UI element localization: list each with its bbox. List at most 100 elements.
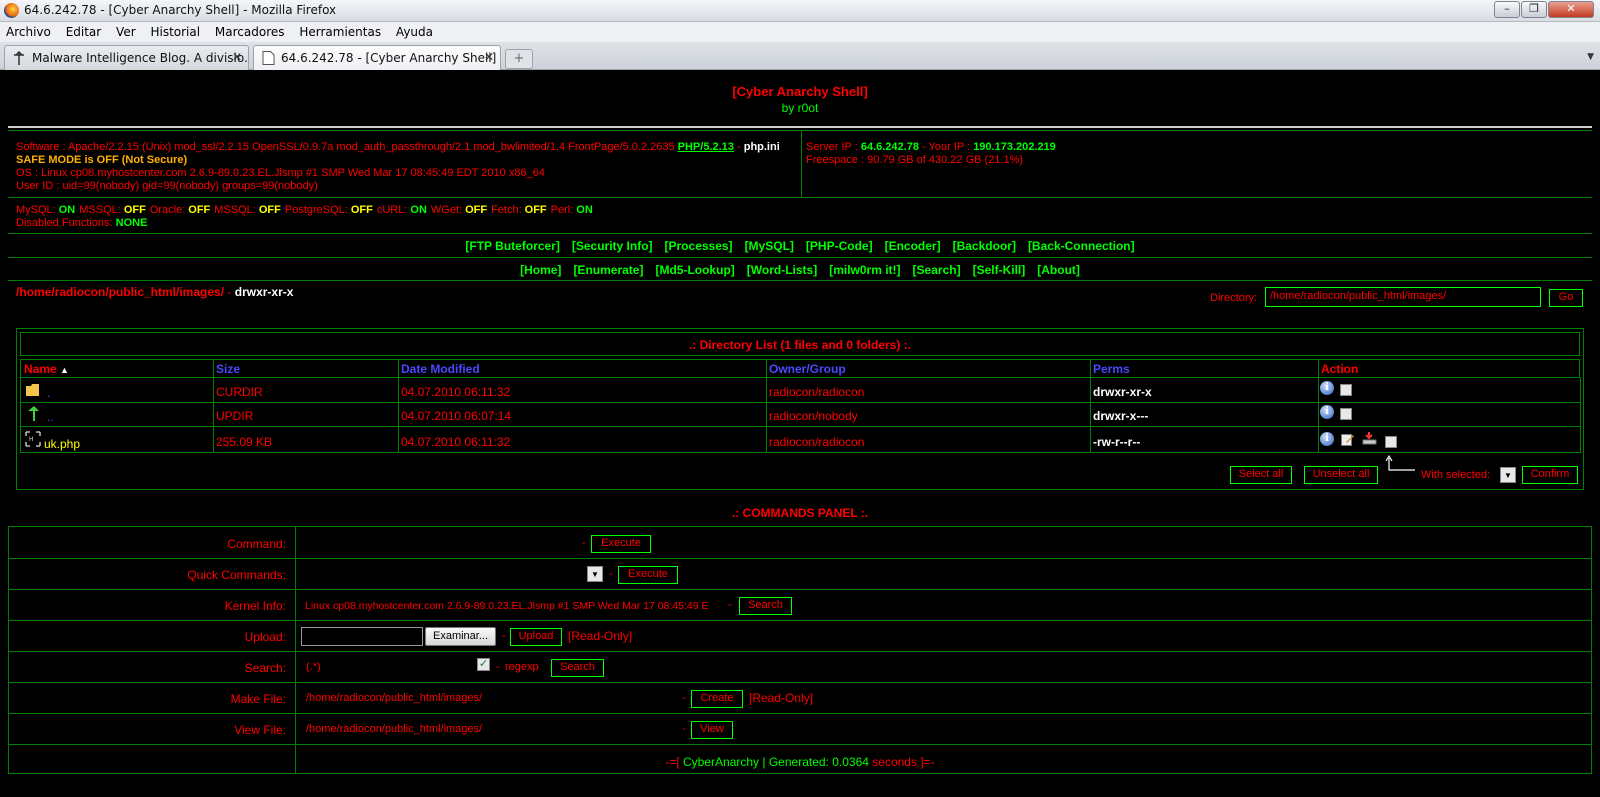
minimize-button[interactable]: – <box>1494 1 1520 18</box>
nav-link-md5-lookup[interactable]: [Md5-Lookup] <box>655 263 734 277</box>
close-tab-icon[interactable]: ✕ <box>484 50 494 64</box>
nav-link-milw0rm-it[interactable]: [milw0rm it!] <box>829 263 900 277</box>
php-ini-link[interactable]: php.ini <box>744 141 780 153</box>
make-file-input[interactable]: /home/radiocon/public_html/images/ <box>306 692 676 704</box>
your-ip: 190.173.202.219 <box>973 141 1056 153</box>
file-link[interactable]: .. <box>47 410 54 424</box>
with-selected-dropdown[interactable]: ▼ <box>1500 467 1516 483</box>
kernel-info-value[interactable]: Linux cp08.myhostcenter.com 2.6.9-89.0.2… <box>305 600 725 612</box>
col-owner-group[interactable]: Owner/Group <box>769 362 846 376</box>
nav-link-security-info[interactable]: [Security Info] <box>572 239 653 253</box>
edit-icon[interactable] <box>1341 433 1355 446</box>
module-state: ON <box>576 204 593 216</box>
menu-historial[interactable]: Historial <box>144 22 205 39</box>
path-link[interactable]: /home/radiocon/public_html/images/ <box>16 285 224 299</box>
server-ip: 64.6.242.78 <box>860 141 919 153</box>
nav-link-about[interactable]: [About] <box>1037 263 1080 277</box>
commands-panel-title: .: COMMANDS PANEL :. <box>731 506 869 520</box>
view-file-input[interactable]: /home/radiocon/public_html/images/ <box>306 723 676 735</box>
nav-link-home[interactable]: [Home] <box>520 263 561 277</box>
page-title: [Cyber Anarchy Shell] <box>732 84 868 99</box>
close-window-button[interactable]: ✕ <box>1548 1 1594 18</box>
select-checkbox[interactable] <box>1340 408 1352 420</box>
new-tab-button[interactable]: + <box>505 49 533 69</box>
module-state: OFF <box>123 204 146 216</box>
browse-button[interactable]: Examinar... <box>425 627 496 646</box>
create-button[interactable]: Create <box>691 690 743 708</box>
search-input[interactable]: (.*) <box>306 661 321 673</box>
menu-marcadores[interactable]: Marcadores <box>209 22 290 39</box>
disabled-functions: Disabled Functions: NONE <box>16 217 148 229</box>
search-button[interactable]: Search <box>551 659 604 677</box>
view-button[interactable]: View <box>691 721 733 739</box>
current-path: /home/radiocon/public_html/images/ - drw… <box>16 285 294 299</box>
module-state: OFF <box>188 204 211 216</box>
nav-link-search[interactable]: [Search] <box>913 263 961 277</box>
col-date-modified[interactable]: Date Modified <box>401 362 480 376</box>
nav-link-self-kill[interactable]: [Self-Kill] <box>973 263 1026 277</box>
module-state: OFF <box>350 204 373 216</box>
nav-link-ftp-buteforcer[interactable]: [FTP Buteforcer] <box>465 239 559 253</box>
command-input[interactable] <box>301 533 581 553</box>
antenna-icon <box>14 51 24 65</box>
menu-editar[interactable]: Editar <box>60 22 107 39</box>
quick-commands-label: Quick Commands: <box>187 568 286 582</box>
confirm-button[interactable]: Confirm <box>1522 466 1578 484</box>
col-size[interactable]: Size <box>216 362 240 376</box>
module-state: OFF <box>258 204 281 216</box>
page-icon <box>262 51 275 65</box>
tab-malware-blog[interactable]: Malware Intelligence Blog. A divisio... … <box>4 45 249 70</box>
user-id-text: User ID : uid=99(nobody) gid=99(nobody) … <box>16 180 318 192</box>
download-icon[interactable] <box>1362 432 1377 445</box>
up-arrow-icon <box>28 406 39 421</box>
col-name[interactable]: Name ▲ <box>24 362 69 376</box>
select-checkbox[interactable] <box>1340 384 1352 396</box>
execute-quick-button[interactable]: Execute <box>618 566 678 584</box>
server-ip-label: Server IP : <box>806 141 858 153</box>
menu-archivo[interactable]: Archivo <box>0 22 56 39</box>
page-footer: -=[ CyberAnarchy | Generated: 0.0364 sec… <box>665 755 935 769</box>
file-link[interactable]: . <box>47 386 50 400</box>
unselect-all-button[interactable]: Unselect all <box>1304 466 1378 484</box>
execute-command-button[interactable]: Execute <box>591 535 651 553</box>
upload-file-input[interactable] <box>301 627 423 646</box>
upload-button[interactable]: Upload <box>510 628 562 646</box>
nav-link-backdoor[interactable]: [Backdoor] <box>953 239 1016 253</box>
nav-link-php-code[interactable]: [PHP-Code] <box>806 239 873 253</box>
go-button[interactable]: Go <box>1549 289 1583 307</box>
php-file-icon: H <box>25 431 41 447</box>
module-state: ON <box>58 204 76 216</box>
nav-link-back-connection[interactable]: [Back-Connection] <box>1028 239 1135 253</box>
info-icon[interactable]: i <box>1320 432 1334 446</box>
php-version-link[interactable]: PHP/5.2.13 <box>678 141 734 153</box>
svg-text:H: H <box>29 436 34 443</box>
file-link[interactable]: uk.php <box>44 437 80 451</box>
close-tab-icon[interactable]: ✕ <box>232 50 242 64</box>
select-all-button[interactable]: Select all <box>1230 466 1292 484</box>
menu-herramientas[interactable]: Herramientas <box>293 22 386 39</box>
select-checkbox[interactable] <box>1385 436 1397 448</box>
directory-input[interactable]: /home/radiocon/public_html/images/ <box>1265 287 1541 307</box>
nav-link-enumerate[interactable]: [Enumerate] <box>573 263 643 277</box>
regexp-checkbox[interactable]: ✓ <box>477 658 490 671</box>
tab-cyber-anarchy[interactable]: 64.6.242.78 - [Cyber Anarchy Shell] ✕ <box>253 45 501 70</box>
nav-link-word-lists[interactable]: [Word-Lists] <box>747 263 817 277</box>
search-kernel-button[interactable]: Search <box>739 597 792 615</box>
tab-list-chevron-icon[interactable]: ▼ <box>1587 52 1594 62</box>
quick-commands-dropdown[interactable]: ▼ <box>587 566 603 582</box>
regexp-label: regexp <box>505 661 539 673</box>
nav-link-encoder[interactable]: [Encoder] <box>885 239 941 253</box>
nav-main: [Home] [Enumerate] [Md5-Lookup] [Word-Lists… <box>0 263 1600 277</box>
col-perms[interactable]: Perms <box>1093 362 1130 376</box>
info-icon[interactable]: i <box>1320 405 1334 419</box>
safe-mode-text: SAFE MODE is OFF (Not Secure) <box>16 154 188 166</box>
nav-link-processes[interactable]: [Processes] <box>665 239 733 253</box>
menu-ayuda[interactable]: Ayuda <box>390 22 438 39</box>
menu-ver[interactable]: Ver <box>110 22 141 39</box>
info-icon[interactable]: i <box>1320 381 1334 395</box>
header-divider <box>8 126 1592 128</box>
software-info: Software : Apache/2.2.15 (Unix) mod_ssl/… <box>16 141 780 153</box>
window-titlebar: 64.6.242.78 - [Cyber Anarchy Shell] - Mo… <box>0 0 1600 22</box>
maximize-button[interactable]: ❐ <box>1521 1 1547 18</box>
nav-link-mysql[interactable]: [MySQL] <box>745 239 794 253</box>
